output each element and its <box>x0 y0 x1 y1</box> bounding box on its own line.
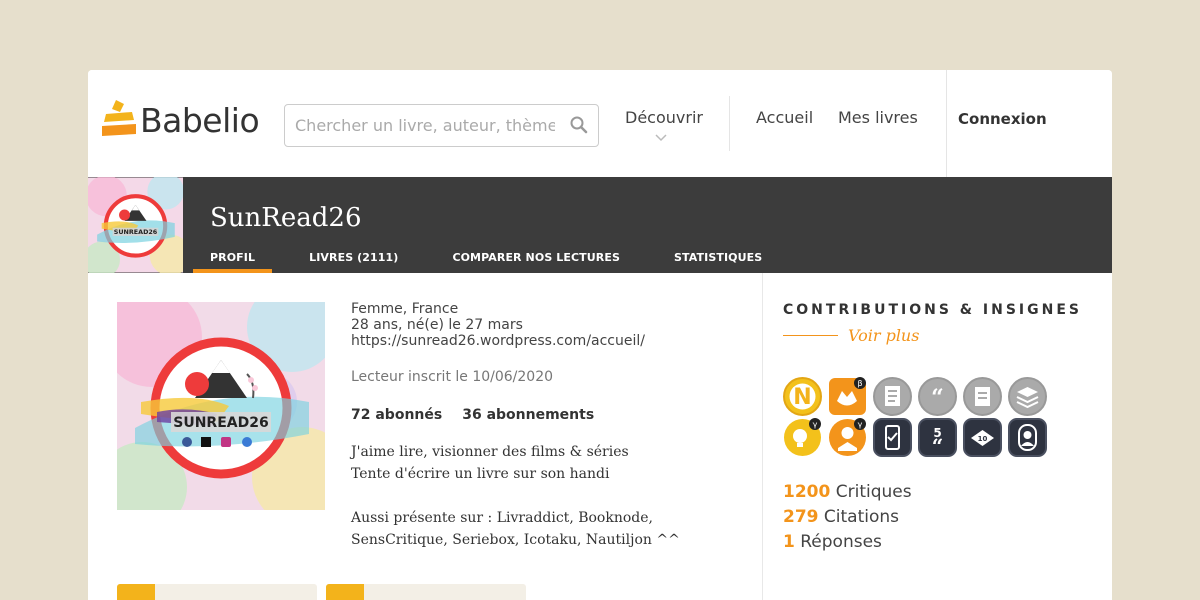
quote-5-icon[interactable]: 5 “ <box>918 418 957 457</box>
profile-icon[interactable] <box>1008 418 1047 457</box>
stat-critiques[interactable]: 1200 Critiques <box>783 480 912 505</box>
logo-mark-icon <box>102 100 136 136</box>
clipboard-icon[interactable] <box>963 377 1002 416</box>
stat-value: 279 <box>783 507 819 527</box>
fox-beta-icon[interactable]: β <box>828 377 867 416</box>
bottom-section-tab[interactable] <box>117 584 317 600</box>
stat-reponses[interactable]: 1 Réponses <box>783 530 912 555</box>
followers-link[interactable]: 72 abonnés <box>351 407 442 423</box>
section-icon <box>326 584 364 600</box>
tab-comparer[interactable]: COMPARER NOS LECTURES <box>435 247 637 273</box>
profile-bio: J'aime lire, visionner des films & série… <box>351 441 751 551</box>
column-divider <box>762 273 763 600</box>
svg-text:N: N <box>793 385 811 410</box>
section-icon <box>117 584 155 600</box>
site-header: Babelio Découvrir Accueil Mes livres Con… <box>88 70 1112 177</box>
contributions-panel: CONTRIBUTIONS & INSIGNES Voir plus <box>783 301 1083 345</box>
document-icon[interactable] <box>873 377 912 416</box>
avatar-small[interactable]: SUNREAD26 <box>88 177 183 273</box>
contribution-stats: 1200 Critiques 279 Citations 1 Réponses <box>783 480 912 555</box>
bio-line: J'aime lire, visionner des films & série… <box>351 444 629 460</box>
nav-divider <box>729 96 730 151</box>
stat-label: Critiques <box>835 482 912 502</box>
following-link[interactable]: 36 abonnements <box>462 407 594 423</box>
member-since: Lecteur inscrit le 10/06/2020 <box>351 369 554 385</box>
nav-discover-label: Découvrir <box>625 108 703 127</box>
babelio-logo[interactable]: Babelio <box>102 100 260 140</box>
tab-livres[interactable]: LIVRES (2111) <box>292 247 415 273</box>
search-icon[interactable] <box>570 116 588 134</box>
avatar-small-image: SUNREAD26 <box>88 177 183 273</box>
chevron-down-icon <box>655 134 667 142</box>
tablet-icon[interactable] <box>873 418 912 457</box>
svg-text:γ: γ <box>813 420 818 429</box>
svg-text:γ: γ <box>858 420 863 429</box>
contributions-title: CONTRIBUTIONS & INSIGNES <box>783 302 1082 318</box>
avatar-small-text: SUNREAD26 <box>114 228 158 236</box>
stack-icon[interactable] <box>1008 377 1047 416</box>
profile-age-birthday: 28 ans, né(e) le 27 mars <box>351 317 523 333</box>
svg-text:10: 10 <box>978 435 988 443</box>
stat-value: 1200 <box>783 482 831 502</box>
bio-line: Aussi présente sur : Livraddict, Booknod… <box>351 510 680 548</box>
svg-text:β: β <box>857 379 862 388</box>
nav-discover[interactable]: Découvrir <box>625 108 703 142</box>
nav-my-books[interactable]: Mes livres <box>838 108 918 127</box>
stat-label: Citations <box>823 507 900 527</box>
stat-label: Réponses <box>800 532 882 552</box>
page-card: Babelio Découvrir Accueil Mes livres Con… <box>88 70 1112 600</box>
see-more-label: Voir plus <box>848 326 920 345</box>
avatar-image: SUNREAD26 <box>117 302 325 510</box>
search-box[interactable] <box>284 104 599 147</box>
tab-statistiques[interactable]: STATISTIQUES <box>657 247 779 273</box>
logo-text: Babelio <box>140 100 260 140</box>
n-letter-icon[interactable]: N <box>783 377 822 416</box>
nav-home[interactable]: Accueil <box>756 108 813 127</box>
nav-divider <box>946 70 947 177</box>
reader-icon[interactable]: γ <box>828 418 867 457</box>
svg-text:“: “ <box>932 434 944 457</box>
svg-text:“: “ <box>931 385 944 411</box>
see-more-link[interactable]: Voir plus <box>783 326 1083 345</box>
profile-tabs: PROFIL LIVRES (2111) COMPARER NOS LECTUR… <box>193 247 799 273</box>
profile-bar: SUNREAD26 SunRead26 PROFIL LIVRES (2111)… <box>88 177 1112 273</box>
lightbulb-icon[interactable]: γ <box>783 418 822 457</box>
book-icon[interactable]: 10 <box>963 418 1002 457</box>
avatar: SUNREAD26 <box>117 302 325 510</box>
profile-website-link[interactable]: https://sunread26.wordpress.com/accueil/ <box>351 333 751 349</box>
quote-1-icon[interactable]: “ <box>918 377 957 416</box>
tab-profil[interactable]: PROFIL <box>193 247 273 273</box>
bottom-section-tab[interactable] <box>326 584 526 600</box>
stat-value: 1 <box>783 532 795 552</box>
stat-citations[interactable]: 279 Citations <box>783 505 912 530</box>
profile-gender-country: Femme, France <box>351 301 459 317</box>
profile-info: Femme, France 28 ans, né(e) le 27 mars h… <box>351 301 751 551</box>
profile-username: SunRead26 <box>210 203 362 233</box>
follow-counts: 72 abonnés 36 abonnements <box>351 407 751 423</box>
search-input[interactable] <box>285 105 555 146</box>
login-link[interactable]: Connexion <box>958 110 1047 128</box>
avatar-text: SUNREAD26 <box>173 415 268 431</box>
bio-line: Tente d'écrire un livre sur son handi <box>351 466 610 482</box>
